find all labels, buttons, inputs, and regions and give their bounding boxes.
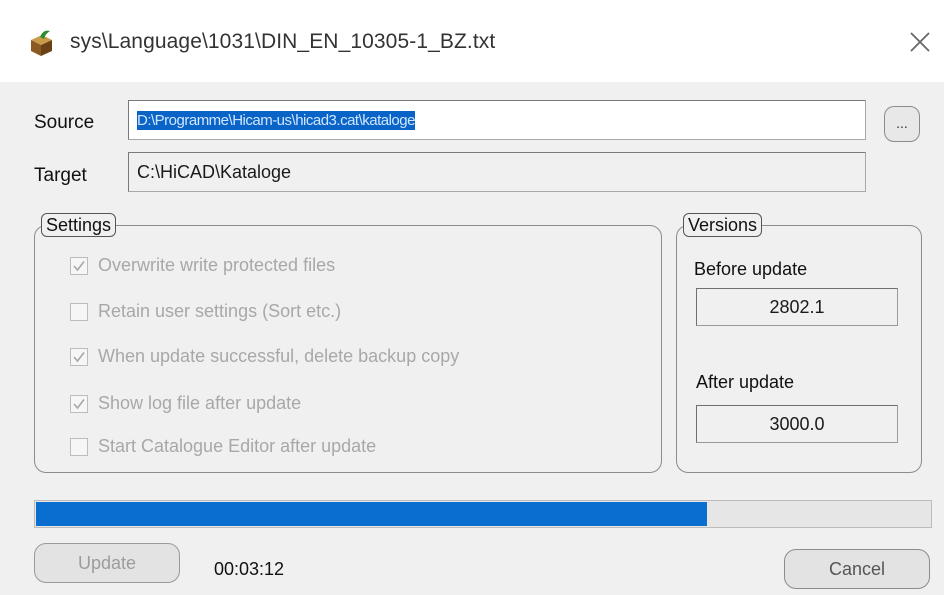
checkmark-icon [73, 351, 85, 362]
option-delete-backup[interactable]: When update successful, delete backup co… [70, 346, 459, 367]
update-dialog: sys\Language\1031\DIN_EN_10305-1_BZ.txt … [0, 0, 944, 595]
option-label: Show log file after update [98, 393, 302, 413]
source-label: Source [34, 112, 95, 133]
option-start-editor[interactable]: Start Catalogue Editor after update [70, 436, 376, 457]
checkbox[interactable] [70, 437, 88, 456]
checkmark-icon [73, 260, 85, 271]
title-bar: sys\Language\1031\DIN_EN_10305-1_BZ.txt [0, 0, 944, 82]
target-label: Target [34, 165, 87, 186]
checkbox[interactable] [70, 302, 88, 321]
source-value: D:\Programme\Hicam-us\hicad3.cat\katalog… [137, 110, 415, 130]
option-overwrite[interactable]: Overwrite write protected files [70, 255, 335, 276]
target-field[interactable]: C:\HiCAD\Kataloge [128, 152, 866, 192]
checkbox[interactable] [70, 347, 88, 366]
elapsed-time: 00:03:12 [214, 559, 285, 579]
update-button[interactable]: Update [34, 543, 180, 583]
option-label: When update successful, delete backup co… [98, 346, 460, 366]
cancel-button[interactable]: Cancel [784, 549, 930, 589]
option-retain-settings[interactable]: Retain user settings (Sort etc.) [70, 301, 341, 322]
checkmark-icon [73, 398, 85, 409]
progress-fill [36, 502, 707, 526]
close-icon[interactable] [905, 27, 935, 57]
option-label: Retain user settings (Sort etc.) [98, 301, 342, 321]
browse-button[interactable]: ... [884, 106, 920, 142]
before-update-label: Before update [694, 259, 808, 279]
checkbox[interactable] [70, 256, 88, 275]
option-label: Overwrite write protected files [98, 255, 336, 275]
package-icon [26, 28, 56, 58]
option-show-log[interactable]: Show log file after update [70, 393, 301, 414]
window-title: sys\Language\1031\DIN_EN_10305-1_BZ.txt [70, 30, 496, 53]
option-label: Start Catalogue Editor after update [98, 436, 377, 456]
source-field[interactable]: D:\Programme\Hicam-us\hicad3.cat\katalog… [128, 100, 866, 140]
target-value: C:\HiCAD\Kataloge [137, 161, 292, 182]
after-update-value: 3000.0 [696, 405, 898, 443]
settings-title: Settings [41, 213, 117, 237]
before-update-value: 2802.1 [696, 288, 898, 326]
versions-title: Versions [683, 213, 763, 237]
checkbox[interactable] [70, 394, 88, 413]
progress-bar [34, 500, 932, 528]
after-update-label: After update [696, 372, 795, 392]
